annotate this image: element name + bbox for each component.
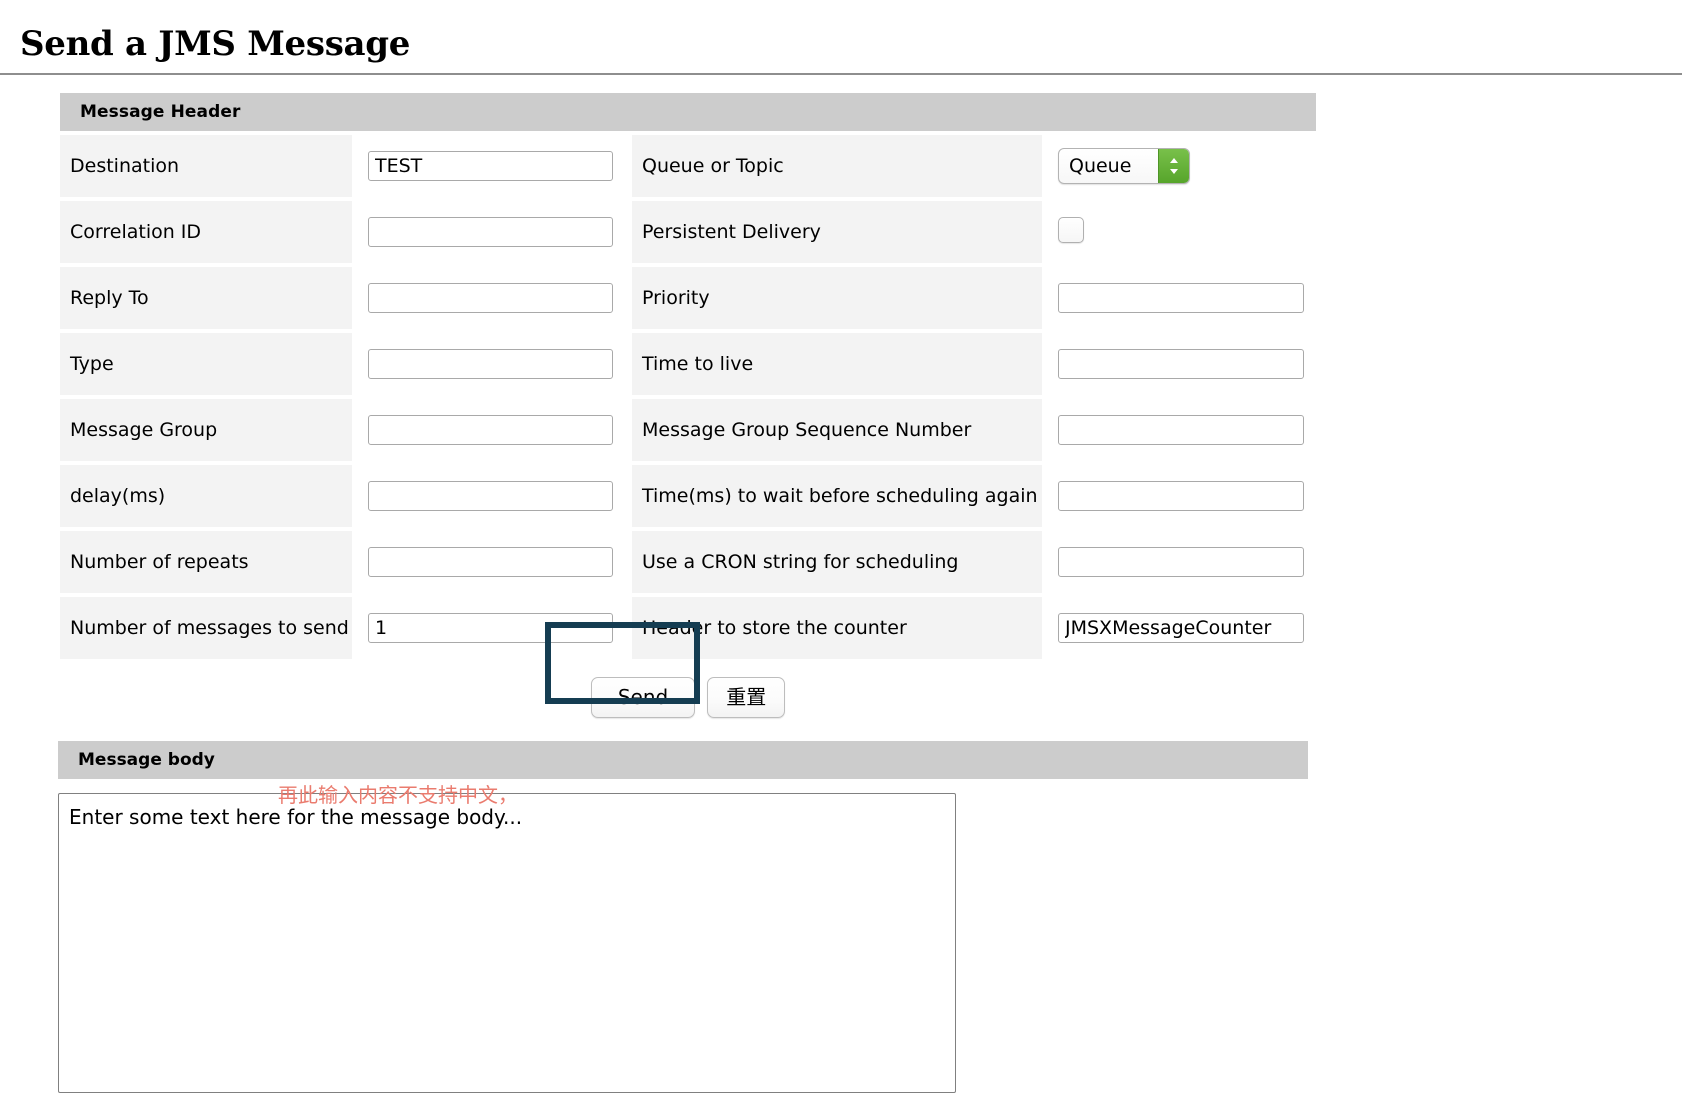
priority-input[interactable] <box>1058 283 1304 314</box>
label-priority: Priority <box>632 267 1042 330</box>
number-of-repeats-input[interactable] <box>368 547 613 578</box>
reset-button[interactable]: 重置 <box>707 676 786 718</box>
table-row: Number of messages to send Header to sto… <box>60 597 1317 660</box>
page-title: Send a JMS Message <box>20 24 411 64</box>
label-time-to-live: Time to live <box>632 333 1042 396</box>
field-type <box>354 333 630 396</box>
section-title-message-body: Message body <box>58 741 1308 780</box>
buttons-row: Send 重置 <box>60 663 1316 731</box>
field-number-of-repeats <box>354 531 630 594</box>
time-to-live-input[interactable] <box>1058 349 1304 380</box>
number-of-messages-to-send-input[interactable] <box>368 613 613 644</box>
message-header-form: Message Header Destination Queue or Topi… <box>0 75 1682 735</box>
field-wait-before-scheduling <box>1044 465 1317 528</box>
correlation-id-input[interactable] <box>368 217 613 248</box>
field-time-to-live <box>1044 333 1317 396</box>
field-persistent-delivery <box>1044 201 1317 264</box>
table-row: Correlation ID Persistent Delivery <box>60 201 1317 264</box>
label-correlation-id: Correlation ID <box>60 201 352 264</box>
type-input[interactable] <box>368 349 613 380</box>
label-cron-string: Use a CRON string for scheduling <box>632 531 1042 594</box>
label-header-to-store-the-counter: Header to store the counter <box>632 597 1042 660</box>
section-header-row: Message Header <box>60 93 1317 132</box>
label-queue-or-topic: Queue or Topic <box>632 135 1042 198</box>
message-body-section: Message body Enter some text here for th… <box>0 741 1682 1097</box>
destination-input[interactable] <box>368 151 613 182</box>
persistent-delivery-checkbox[interactable] <box>1058 217 1084 244</box>
table-row: Message Group Message Group Sequence Num… <box>60 399 1317 462</box>
stepper-updown-icon[interactable] <box>1158 149 1189 184</box>
label-delay-ms: delay(ms) <box>60 465 352 528</box>
field-destination <box>354 135 630 198</box>
reply-to-input[interactable] <box>368 283 613 314</box>
label-type: Type <box>60 333 352 396</box>
field-header-to-store-the-counter <box>1044 597 1317 660</box>
counter-header-input[interactable] <box>1058 613 1304 644</box>
field-number-of-messages-to-send <box>354 597 630 660</box>
table-row: Number of repeats Use a CRON string for … <box>60 531 1317 594</box>
form-actions: Send 重置 <box>60 663 1316 731</box>
send-button[interactable]: Send <box>590 676 696 718</box>
table-row: Destination Queue or Topic Queue <box>60 135 1317 198</box>
cron-string-input[interactable] <box>1058 547 1304 578</box>
table-row: delay(ms) Time(ms) to wait before schedu… <box>60 465 1317 528</box>
field-reply-to <box>354 267 630 330</box>
queue-or-topic-select[interactable]: Queue <box>1058 148 1190 185</box>
queue-or-topic-selected-value: Queue <box>1069 155 1132 178</box>
message-group-sequence-number-input[interactable] <box>1058 415 1304 446</box>
delay-ms-input[interactable] <box>368 481 613 512</box>
label-message-group: Message Group <box>60 399 352 462</box>
label-destination: Destination <box>60 135 352 198</box>
label-number-of-messages-to-send: Number of messages to send <box>60 597 352 660</box>
message-body-area-wrap: Enter some text here for the message bod… <box>58 779 1682 1097</box>
field-cron-string <box>1044 531 1317 594</box>
field-message-group-sequence-number <box>1044 399 1317 462</box>
message-body-textarea[interactable]: Enter some text here for the message bod… <box>58 793 956 1094</box>
table-row: Type Time to live <box>60 333 1317 396</box>
message-header-table: Message Header Destination Queue or Topi… <box>58 89 1318 735</box>
field-delay-ms <box>354 465 630 528</box>
field-correlation-id <box>354 201 630 264</box>
label-message-group-sequence-number: Message Group Sequence Number <box>632 399 1042 462</box>
label-wait-before-scheduling: Time(ms) to wait before scheduling again <box>632 465 1042 528</box>
message-group-input[interactable] <box>368 415 613 446</box>
section-title-message-header: Message Header <box>60 93 1317 132</box>
field-queue-or-topic: Queue <box>1044 135 1317 198</box>
label-reply-to: Reply To <box>60 267 352 330</box>
wait-before-scheduling-input[interactable] <box>1058 481 1304 512</box>
label-number-of-repeats: Number of repeats <box>60 531 352 594</box>
table-row: Reply To Priority <box>60 267 1317 330</box>
label-persistent-delivery: Persistent Delivery <box>632 201 1042 264</box>
field-message-group <box>354 399 630 462</box>
field-priority <box>1044 267 1317 330</box>
